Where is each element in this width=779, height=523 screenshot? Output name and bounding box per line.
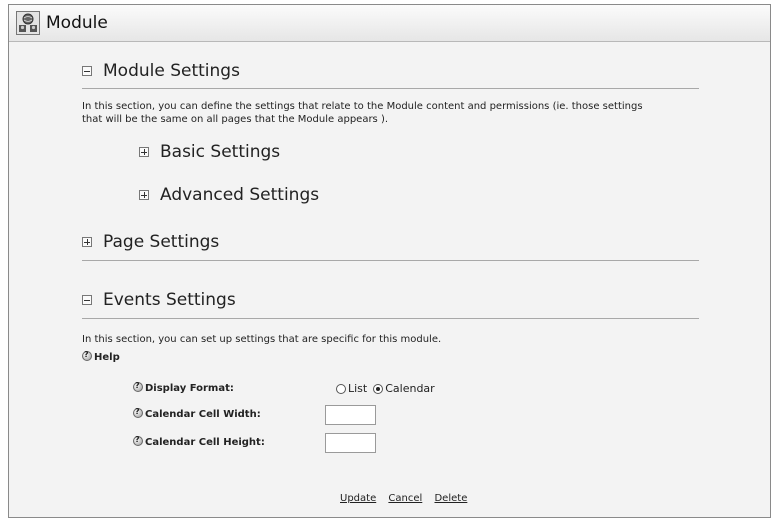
cell-height-input[interactable]	[325, 433, 376, 453]
collapse-icon[interactable]	[82, 66, 92, 76]
help-link[interactable]: Help	[82, 350, 120, 363]
expand-icon[interactable]	[139, 190, 149, 200]
help-question-icon[interactable]	[133, 435, 143, 446]
action-links: Update Cancel Delete	[340, 493, 476, 504]
events-settings-description: In this section, you can set up settings…	[82, 334, 442, 345]
help-label: Help	[94, 352, 120, 363]
display-format-label: Display Format:	[133, 381, 234, 394]
help-question-icon[interactable]	[133, 407, 143, 418]
radio-button-list[interactable]	[336, 383, 346, 394]
basic-settings-header[interactable]: Basic Settings	[139, 142, 280, 162]
help-question-icon[interactable]	[133, 381, 143, 392]
display-format-option-list-label: List	[348, 382, 368, 395]
cell-width-input[interactable]	[325, 405, 376, 425]
cell-height-label-text: Calendar Cell Height:	[145, 437, 265, 448]
expand-icon[interactable]	[139, 147, 149, 157]
expand-icon[interactable]	[82, 237, 92, 247]
module-settings-header[interactable]: Module Settings	[82, 61, 240, 81]
advanced-settings-title: Advanced Settings	[160, 185, 320, 205]
collapse-icon[interactable]	[82, 295, 92, 305]
module-settings-description: In this section, you can define the sett…	[82, 100, 712, 126]
help-question-icon[interactable]	[82, 350, 92, 361]
display-format-option-calendar[interactable]: Calendar	[373, 382, 435, 395]
display-format-radio-group: List Calendar	[336, 382, 441, 395]
module-settings-title: Module Settings	[103, 61, 240, 81]
cell-width-label-text: Calendar Cell Width:	[145, 409, 261, 420]
module-window: Module Module Settings In this section, …	[8, 4, 771, 518]
window-title: Module	[46, 13, 108, 33]
events-settings-header[interactable]: Events Settings	[82, 290, 236, 310]
display-format-option-list[interactable]: List	[336, 382, 367, 395]
module-settings-description-line1: In this section, you can define the sett…	[82, 101, 643, 112]
page-settings-divider	[82, 260, 699, 261]
cell-height-label: Calendar Cell Height:	[133, 435, 265, 448]
radio-button-calendar[interactable]	[373, 383, 384, 394]
module-settings-description-line2: that will be the same on all pages that …	[82, 114, 389, 125]
events-settings-divider	[82, 318, 699, 319]
display-format-option-calendar-label: Calendar	[385, 382, 435, 395]
advanced-settings-header[interactable]: Advanced Settings	[139, 185, 319, 205]
basic-settings-title: Basic Settings	[160, 142, 281, 162]
delete-link[interactable]: Delete	[434, 493, 467, 504]
title-bar: Module	[9, 5, 770, 42]
module-globe-icon	[16, 11, 40, 35]
page-settings-header[interactable]: Page Settings	[82, 232, 219, 252]
cancel-link[interactable]: Cancel	[388, 493, 422, 504]
module-settings-divider	[82, 88, 699, 89]
update-link[interactable]: Update	[340, 493, 376, 504]
display-format-label-text: Display Format:	[145, 383, 234, 394]
events-settings-title: Events Settings	[103, 290, 236, 310]
cell-width-label: Calendar Cell Width:	[133, 407, 261, 420]
page-settings-title: Page Settings	[103, 232, 220, 252]
